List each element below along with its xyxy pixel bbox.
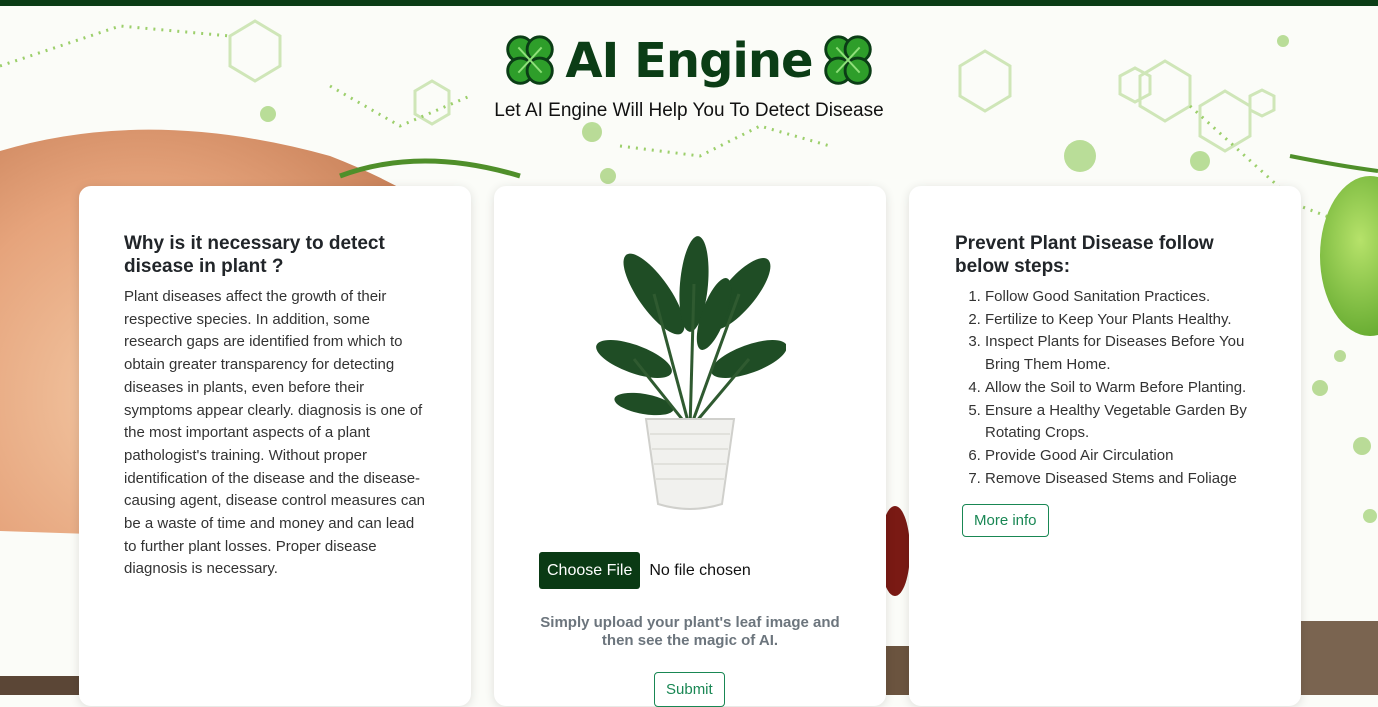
page-title: AI Engine (565, 33, 813, 89)
upload-card: Choose File No file chosen Simply upload… (494, 186, 886, 707)
list-item: Follow Good Sanitation Practices. (985, 286, 1255, 309)
card-heading: Why is it necessary to detect disease in… (124, 233, 385, 277)
card-heading: Prevent Plant Disease follow below steps… (955, 233, 1214, 277)
title-row: AI Engine (0, 28, 1378, 94)
four-leaf-clover-icon (823, 35, 872, 85)
list-item: Allow the Soil to Warm Before Planting. (985, 377, 1255, 400)
file-status-text: No file chosen (649, 561, 751, 579)
more-info-button[interactable]: More info (962, 504, 1049, 538)
card-body-text: Plant diseases affect the growth of thei… (124, 288, 426, 578)
file-input[interactable]: Choose File No file chosen (539, 552, 751, 589)
page-header: AI Engine Let AI Engine Will Help You To… (0, 28, 1378, 122)
upload-hint: Simply upload your plant's leaf image an… (540, 614, 840, 649)
info-card-why-detect: Why is it necessary to detect disease in… (79, 186, 471, 706)
info-card-prevent: Prevent Plant Disease follow below steps… (909, 186, 1301, 706)
plant-image (596, 236, 786, 510)
list-item: Remove Diseased Stems and Foliage (985, 468, 1255, 491)
prevention-steps-list: Follow Good Sanitation Practices. Fertil… (955, 286, 1255, 490)
list-item: Ensure a Healthy Vegetable Garden By Rot… (985, 400, 1255, 445)
list-item: Fertilize to Keep Your Plants Healthy. (985, 309, 1255, 332)
choose-file-button[interactable]: Choose File (539, 552, 641, 589)
list-item: Provide Good Air Circulation (985, 445, 1255, 468)
four-leaf-clover-icon (506, 35, 555, 85)
submit-button[interactable]: Submit (654, 672, 725, 707)
list-item: Inspect Plants for Diseases Before You B… (985, 331, 1255, 376)
page-subtitle: Let AI Engine Will Help You To Detect Di… (494, 100, 884, 121)
